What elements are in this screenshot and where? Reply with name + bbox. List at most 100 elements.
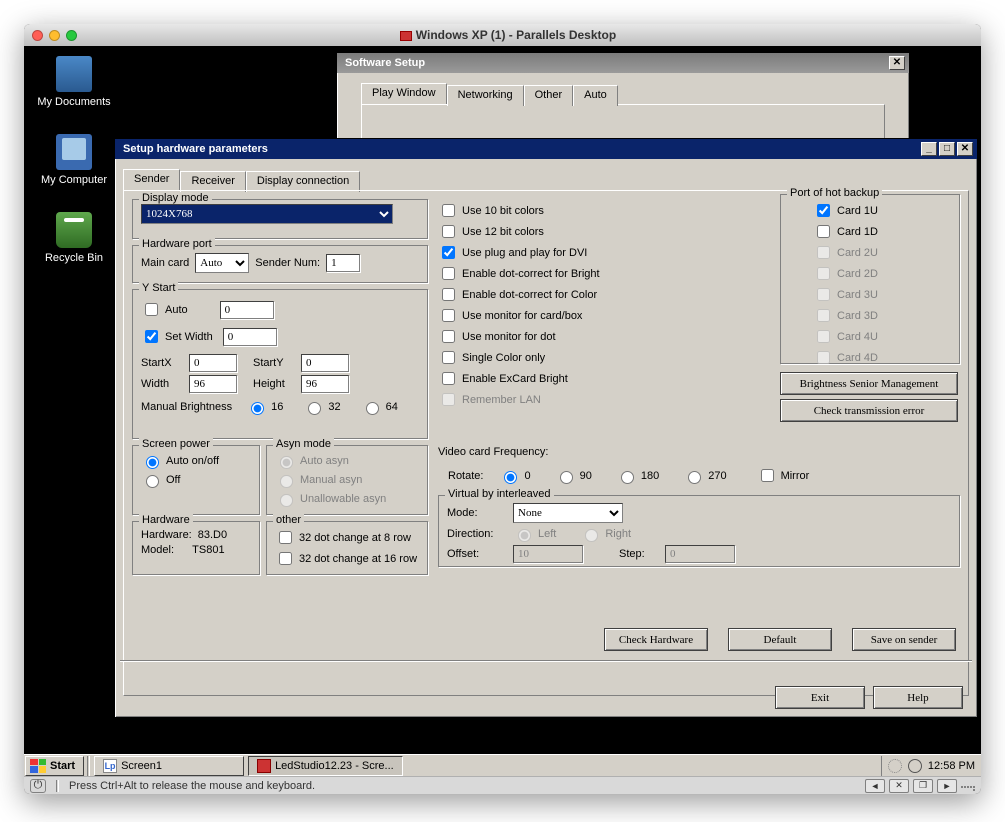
mb-16-radio[interactable]: 16 [246, 399, 283, 415]
card-1u-checkbox[interactable]: Card 1U [813, 201, 878, 220]
check-transmission-button[interactable]: Check transmission error [780, 399, 958, 422]
height-label: Height [253, 378, 295, 390]
manual-brightness-label: Manual Brightness [141, 401, 232, 413]
tab-play-window[interactable]: Play Window [361, 83, 447, 104]
dotcorrect-color-checkbox[interactable]: Enable dot-correct for Color [438, 285, 597, 304]
card-2u-checkbox: Card 2U [813, 243, 878, 262]
close-button[interactable]: ✕ [889, 56, 905, 70]
other-legend: other [273, 514, 304, 526]
windows-icon [30, 759, 46, 773]
desktop-recycle-bin[interactable]: Recycle Bin [34, 212, 114, 264]
auto-onoff-radio[interactable]: Auto on/off [141, 453, 219, 469]
rotate-0-radio[interactable]: 0 [499, 468, 530, 484]
unallowable-asyn-radio: Unallowable asyn [275, 491, 386, 507]
offset-label: Offset: [447, 548, 507, 560]
tab-sender[interactable]: Sender [123, 169, 180, 190]
card-3u-checkbox: Card 3U [813, 285, 878, 304]
status-message: Press Ctrl+Alt to release the mouse and … [69, 780, 315, 792]
desktop-my-documents[interactable]: My Documents [34, 56, 114, 108]
hw-value: 83.D0 [198, 529, 227, 541]
dot16-checkbox[interactable]: 32 dot change at 16 row [275, 549, 417, 568]
clock-text: 12:58 PM [928, 760, 975, 772]
auto-input[interactable] [220, 301, 274, 319]
close-icon[interactable] [32, 30, 43, 41]
tab-display-connection[interactable]: Display connection [246, 171, 360, 192]
card-3d-checkbox: Card 3D [813, 306, 878, 325]
nav-left-icon[interactable]: ◄ [865, 779, 885, 793]
help-button[interactable]: Help [873, 686, 963, 709]
tab-networking[interactable]: Networking [447, 85, 524, 106]
excard-bright-checkbox[interactable]: Enable ExCard Bright [438, 369, 568, 388]
tab-receiver[interactable]: Receiver [180, 171, 245, 192]
minimize-icon[interactable] [49, 30, 60, 41]
minimize-button[interactable]: _ [921, 142, 937, 156]
dotcorrect-bright-checkbox[interactable]: Enable dot-correct for Bright [438, 264, 600, 283]
use-pnp-dvi-checkbox[interactable]: Use plug and play for DVI [438, 243, 587, 262]
task-ledstudio[interactable]: LedStudio12.23 - Scre... [248, 756, 403, 776]
setup-hardware-window[interactable]: Setup hardware parameters _ □ ✕ Sender R… [114, 138, 978, 718]
tab-other[interactable]: Other [524, 85, 574, 106]
mode-label: Mode: [447, 507, 507, 519]
exit-button[interactable]: Exit [775, 686, 865, 709]
off-radio[interactable]: Off [141, 472, 180, 488]
main-card-label: Main card [141, 257, 189, 269]
mb-32-radio[interactable]: 32 [303, 399, 340, 415]
single-color-checkbox[interactable]: Single Color only [438, 348, 545, 367]
desktop-my-computer[interactable]: My Computer [34, 134, 114, 186]
system-tray[interactable]: 12:58 PM [881, 756, 981, 776]
display-mode-legend: Display mode [139, 192, 212, 204]
power-icon[interactable]: ⏻ [30, 779, 46, 793]
monitor-cardbox-checkbox[interactable]: Use monitor for card/box [438, 306, 582, 325]
brightness-senior-button[interactable]: Brightness Senior Management [780, 372, 958, 395]
nav-close-icon[interactable]: ✕ [889, 779, 909, 793]
tray-icon[interactable] [888, 759, 902, 773]
maximize-button[interactable]: □ [939, 142, 955, 156]
width-input[interactable] [189, 375, 237, 393]
height-input[interactable] [301, 375, 349, 393]
mode-select[interactable]: None [513, 503, 623, 523]
rotate-90-radio[interactable]: 90 [555, 468, 592, 484]
card-2d-checkbox: Card 2D [813, 264, 878, 283]
zoom-icon[interactable] [66, 30, 77, 41]
auto-checkbox[interactable]: Auto [141, 300, 188, 319]
xp-desktop[interactable]: My Documents My Computer Recycle Bin Sof… [24, 46, 981, 758]
tab-auto[interactable]: Auto [573, 85, 618, 106]
use-10bit-checkbox[interactable]: Use 10 bit colors [438, 201, 544, 220]
start-button[interactable]: Start [25, 756, 84, 776]
check-hardware-button[interactable]: Check Hardware [604, 628, 708, 651]
save-on-sender-button[interactable]: Save on sender [852, 628, 956, 651]
xp-taskbar[interactable]: Start Lp Screen1 LedStudio12.23 - Scre..… [24, 754, 981, 776]
task-screen1[interactable]: Lp Screen1 [94, 756, 244, 776]
card-1d-checkbox[interactable]: Card 1D [813, 222, 878, 241]
ystart-legend: Y Start [139, 282, 178, 294]
step-label: Step: [619, 548, 659, 560]
default-button[interactable]: Default [728, 628, 832, 651]
starty-input[interactable] [301, 354, 349, 372]
set-width-checkbox[interactable]: Set Width [141, 327, 213, 346]
rotate-270-radio[interactable]: 270 [683, 468, 726, 484]
sender-num-label: Sender Num: [255, 257, 320, 269]
close-button[interactable]: ✕ [957, 142, 973, 156]
nav-windows-icon[interactable]: ❐ [913, 779, 933, 793]
software-setup-titlebar[interactable]: Software Setup ✕ [337, 53, 909, 73]
resize-grip-icon[interactable] [961, 779, 975, 791]
setup-hardware-titlebar[interactable]: Setup hardware parameters _ □ ✕ [115, 139, 977, 159]
startx-input[interactable] [189, 354, 237, 372]
main-card-select[interactable]: Auto [195, 253, 249, 273]
use-12bit-checkbox[interactable]: Use 12 bit colors [438, 222, 544, 241]
mb-64-radio[interactable]: 64 [361, 399, 398, 415]
monitor-dot-checkbox[interactable]: Use monitor for dot [438, 327, 556, 346]
nav-right-icon[interactable]: ► [937, 779, 957, 793]
card-4u-checkbox: Card 4U [813, 327, 878, 346]
sender-num-input[interactable] [326, 254, 360, 272]
mirror-checkbox[interactable]: Mirror [757, 466, 810, 485]
model-value: TS801 [192, 544, 224, 556]
rotate-180-radio[interactable]: 180 [616, 468, 659, 484]
set-width-input[interactable] [223, 328, 277, 346]
dot8-checkbox[interactable]: 32 dot change at 8 row [275, 528, 411, 547]
display-mode-select[interactable]: 1024X768 [141, 204, 393, 224]
mac-titlebar[interactable]: Windows XP (1) - Parallels Desktop [24, 24, 981, 46]
right-radio: Right [580, 526, 631, 542]
virtual-legend: Virtual by interleaved [445, 488, 554, 500]
setup-hardware-title: Setup hardware parameters [119, 143, 919, 155]
